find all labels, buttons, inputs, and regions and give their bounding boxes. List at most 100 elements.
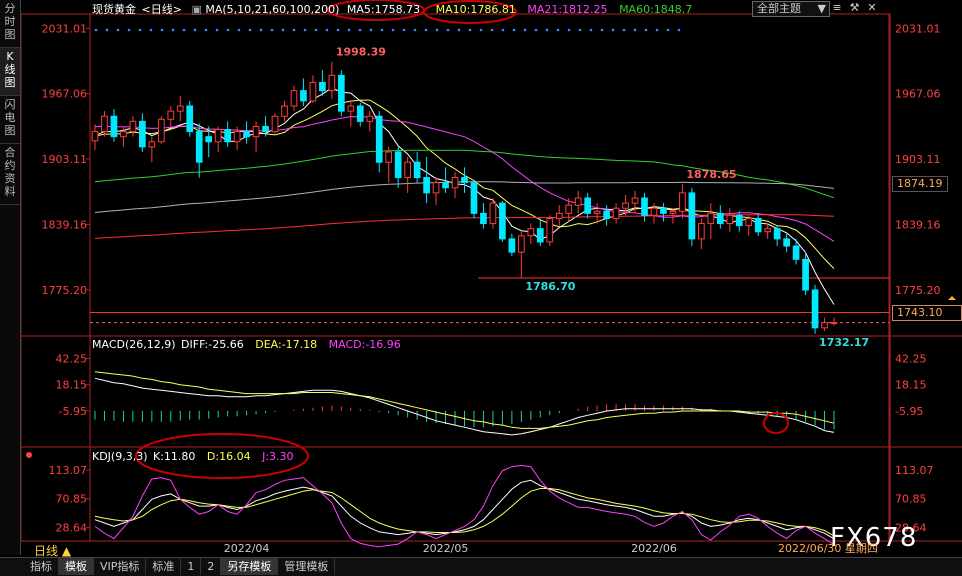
candle-body — [726, 214, 734, 225]
candle-body — [148, 141, 156, 148]
price-extreme-label: 1732.17 — [819, 336, 869, 349]
bottom-tab-2[interactable]: VIP指标 — [94, 558, 147, 575]
candle-body — [281, 105, 288, 117]
candle-body — [91, 131, 99, 142]
bottom-tab-4[interactable]: 1 — [181, 558, 202, 575]
candle-body — [271, 115, 279, 133]
candle-body — [584, 197, 592, 214]
level-price-box: 1874.19 — [892, 176, 948, 192]
top-dot-marker — [435, 28, 439, 32]
kdj-dot-icon — [26, 452, 32, 458]
candle-body — [233, 131, 241, 143]
chart-stage[interactable]: 2031.01 2031.01 1967.06 1967.06 1903.11 1903.… — [0, 0, 962, 575]
candle-body — [518, 235, 525, 253]
top-dot-marker — [171, 28, 175, 32]
menu-icon[interactable]: ≡ — [830, 1, 844, 14]
candle-body — [641, 197, 648, 216]
candle-body — [167, 110, 175, 120]
price-extreme-label: 1786.70 — [525, 280, 575, 293]
triangle-up-icon — [948, 296, 956, 300]
candle-body — [423, 177, 430, 194]
top-dot-marker — [534, 28, 538, 32]
top-dot-marker — [259, 28, 263, 32]
instrument-name: 现货黄金 — [92, 3, 136, 16]
gear-icon[interactable]: ▣ — [191, 3, 201, 16]
top-dot-marker — [215, 28, 219, 32]
left-sidebar: 分时图K线图闪电图合约资料 — [0, 0, 21, 555]
candle-body — [413, 161, 421, 179]
candle-body — [451, 177, 459, 189]
top-dot-marker — [380, 28, 384, 32]
candle-body — [101, 115, 108, 133]
candle-body — [688, 192, 696, 240]
bottom-tab-7[interactable]: 管理模板 — [278, 558, 336, 575]
candle-body — [328, 74, 336, 92]
candle-body — [735, 214, 743, 227]
period-label[interactable]: <日线> — [142, 3, 182, 16]
price-extreme-label: 1998.39 — [336, 46, 386, 59]
ma21-value: MA21:1812.25 — [527, 3, 608, 16]
bottom-tab-0[interactable]: 指标 — [24, 558, 59, 575]
top-dot-marker — [457, 28, 461, 32]
top-dot-marker — [314, 28, 318, 32]
top-dot-marker — [336, 28, 340, 32]
y-tick-label-right: 2031.01 — [895, 22, 941, 35]
top-dot-marker — [446, 28, 450, 32]
chevron-down-icon: ▼ — [817, 2, 826, 15]
top-dot-marker — [182, 28, 186, 32]
triangle-up-icon: ▲ — [61, 544, 72, 558]
candle-body — [442, 182, 449, 189]
top-dot-marker — [589, 28, 593, 32]
bottom-tab-5[interactable]: 2 — [201, 558, 222, 575]
candle-body — [186, 105, 194, 133]
top-dot-marker — [578, 28, 582, 32]
price-extreme-label: 1878.65 — [686, 168, 736, 181]
y-tick-label-left: 1839.16 — [42, 218, 88, 231]
top-dot-marker — [600, 28, 604, 32]
bottom-tab-1[interactable]: 模板 — [59, 558, 94, 575]
top-dot-marker — [226, 28, 230, 32]
candle-body — [821, 322, 828, 329]
sidebar-item-3[interactable]: 合约资料 — [0, 144, 20, 205]
macd-histogram — [94, 404, 835, 430]
sidebar-item-1[interactable]: K线图 — [0, 48, 20, 96]
top-dot-marker — [490, 28, 494, 32]
candle-body — [631, 197, 639, 204]
y-tick-label-right: 1903.11 — [895, 153, 941, 166]
candle-body — [650, 207, 658, 216]
candle-body — [679, 192, 686, 212]
top-dot-marker — [391, 28, 395, 32]
candle-body — [612, 207, 620, 219]
candle-body — [574, 197, 582, 206]
candle-body — [120, 131, 127, 138]
top-dot-marker — [633, 28, 637, 32]
top-dot-marker — [160, 28, 164, 32]
top-dot-marker — [556, 28, 560, 32]
x-tick-label: 2022/06 — [631, 542, 677, 555]
theme-select[interactable]: 全部主题 ▼ — [752, 1, 830, 17]
candle-body — [129, 120, 137, 133]
current-price-box: 1743.10 — [892, 305, 962, 321]
y-tick-label-right: 113.07 — [895, 464, 934, 477]
candle-body — [603, 210, 610, 219]
top-dot-marker — [248, 28, 252, 32]
sidebar-item-2[interactable]: 闪电图 — [0, 96, 20, 144]
y-tick-label-left: 42.25 — [56, 352, 88, 365]
wrench-icon[interactable]: ⚒ — [848, 1, 862, 14]
sidebar-item-0[interactable]: 分时图 — [0, 0, 20, 48]
top-dot-marker — [292, 28, 296, 32]
y-tick-label-right: 42.25 — [895, 352, 927, 365]
bottom-tab-3[interactable]: 标准 — [146, 558, 182, 575]
top-dot-marker — [204, 28, 208, 32]
kdj-j: J:3.30 — [262, 450, 294, 463]
kdj-k: K:11.80 — [153, 450, 196, 463]
candle-body — [262, 125, 269, 133]
bottom-tab-6[interactable]: 另存模板 — [221, 558, 279, 575]
candle-body — [555, 212, 563, 219]
candle-body — [385, 151, 393, 163]
kdj-header: KDJ(9,3,3) K:11.80 D:16.04 J:3.30 — [92, 450, 294, 464]
candle-body — [300, 90, 307, 102]
candle-body — [802, 258, 809, 291]
y-tick-label-left: 1903.11 — [42, 153, 88, 166]
close-icon[interactable]: ✕ — [865, 1, 879, 14]
